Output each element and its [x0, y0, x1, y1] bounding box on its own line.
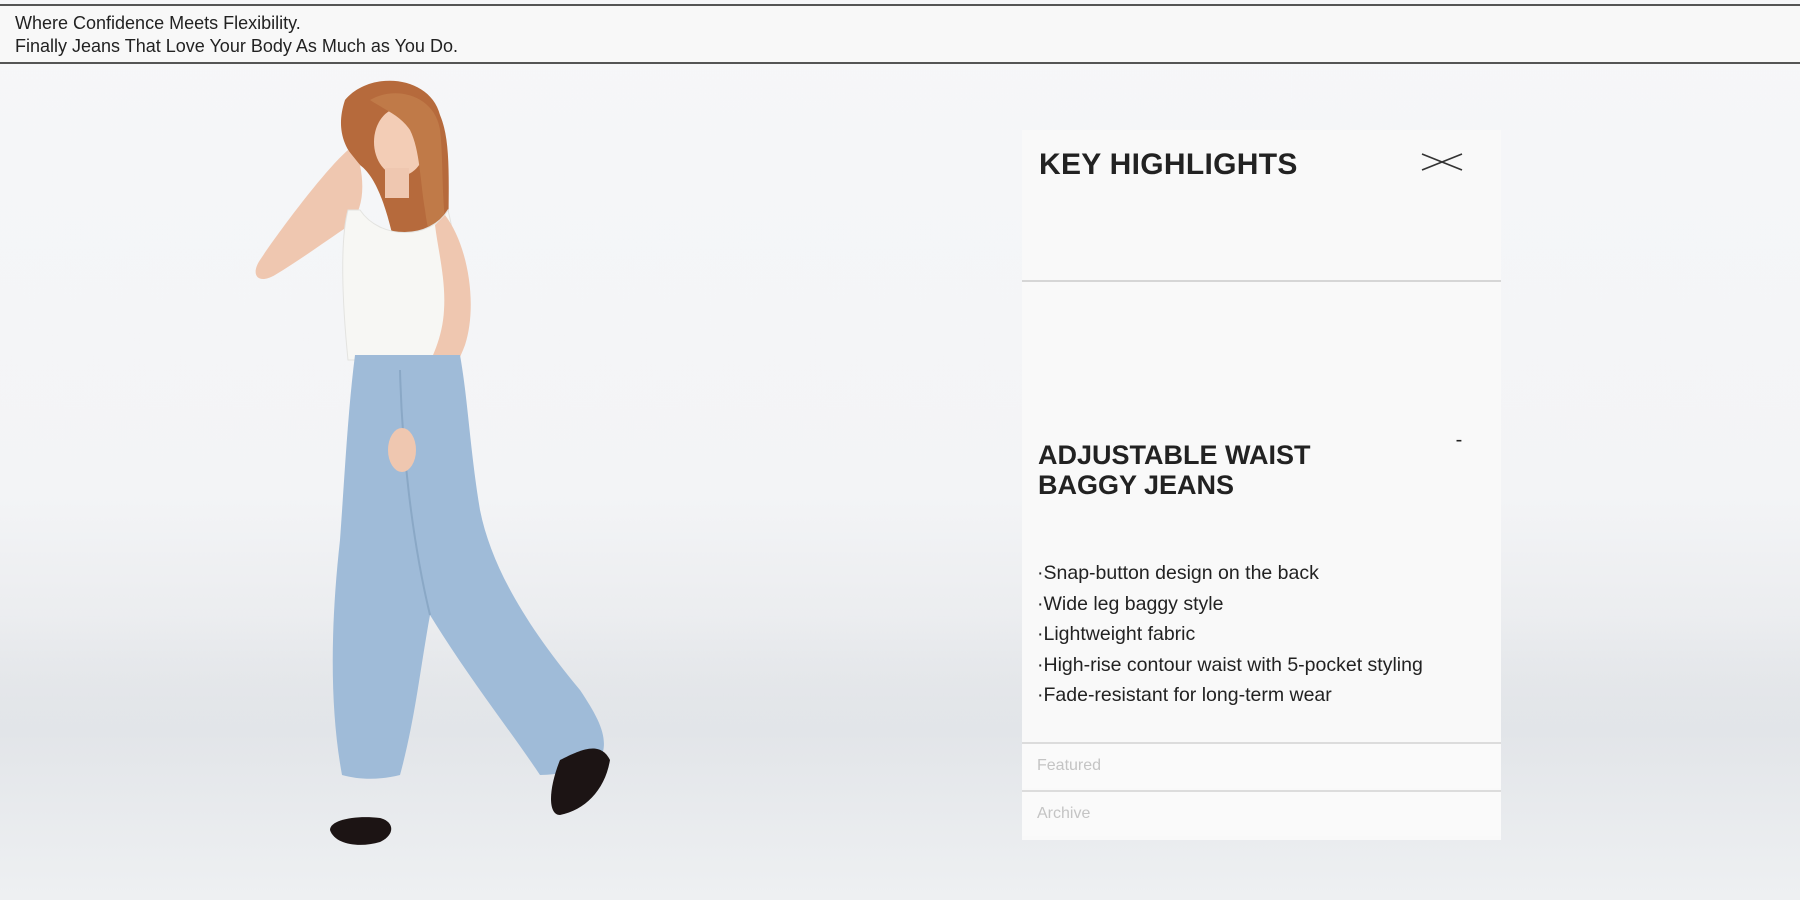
feature-item: ·Fade-resistant for long-term wear	[1037, 684, 1332, 706]
hand	[388, 428, 416, 472]
panel-divider	[1022, 280, 1501, 282]
close-icon[interactable]	[1420, 150, 1464, 174]
panel-title: KEY HIGHLIGHTS	[1039, 148, 1298, 181]
model-photo-icon	[230, 70, 650, 900]
banner-tagline: Where Confidence Meets Flexibility.	[15, 13, 301, 33]
jeans	[332, 355, 604, 779]
nav-archive-label: Archive	[1037, 805, 1091, 822]
feature-item: ·Wide leg baggy style	[1037, 592, 1224, 615]
feature-list: ·Snap-button design on the back ·Wide le…	[1037, 558, 1423, 711]
feature-item: ·Lightweight fabric	[1037, 623, 1196, 645]
product-name: ADJUSTABLE WAIST BAGGY JEANS	[1038, 440, 1311, 500]
nav-archive[interactable]: Archive	[1022, 790, 1501, 836]
top-banner: Where Confidence Meets Flexibility. Fina…	[0, 4, 1800, 64]
feature-item: ·Snap-button design on the back	[1037, 562, 1319, 584]
banner-subtagline: Finally Jeans That Love Your Body As Muc…	[15, 36, 458, 56]
nav-featured[interactable]: Featured	[1022, 742, 1501, 788]
collapse-toggle[interactable]: -	[1449, 430, 1469, 450]
neck	[385, 168, 409, 198]
nav-featured-label: Featured	[1037, 757, 1102, 774]
key-highlights-panel: KEY HIGHLIGHTS ADJUSTABLE WAIST BAGGY JE…	[1022, 130, 1501, 840]
left-shoe	[330, 817, 392, 845]
feature-item: ·High-rise contour waist with 5-pocket s…	[1037, 653, 1423, 676]
